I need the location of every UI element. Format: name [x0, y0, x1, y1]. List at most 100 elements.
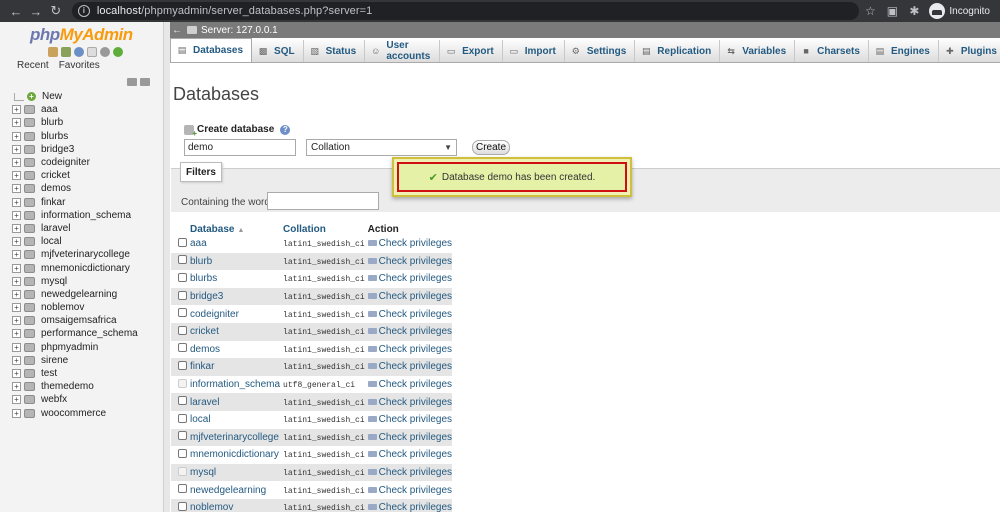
database-link[interactable]: bridge3: [190, 291, 223, 302]
check-privileges-link[interactable]: Check privileges: [379, 397, 452, 408]
check-privileges-link[interactable]: Check privileges: [379, 273, 452, 284]
row-checkbox[interactable]: [178, 448, 187, 458]
row-checkbox[interactable]: [178, 378, 187, 388]
check-privileges-link[interactable]: Check privileges: [379, 326, 452, 337]
tree-item[interactable]: + themedemo: [0, 380, 163, 393]
filter-input[interactable]: [267, 192, 379, 210]
check-privileges-link[interactable]: Check privileges: [379, 291, 452, 302]
row-checkbox[interactable]: [178, 237, 187, 247]
tab-sql[interactable]: ▩ SQL: [252, 40, 304, 62]
address-bar[interactable]: i localhost/phpmyadmin/server_databases.…: [71, 2, 860, 20]
tree-item[interactable]: + demos: [0, 182, 163, 195]
expand-icon[interactable]: +: [12, 197, 21, 207]
database-link[interactable]: blurb: [190, 256, 212, 267]
expand-icon[interactable]: +: [12, 144, 21, 154]
reload-icon[interactable]: ↻: [46, 0, 66, 22]
database-link[interactable]: codeigniter: [190, 309, 239, 320]
check-privileges-link[interactable]: Check privileges: [379, 361, 452, 372]
back-arrow-icon[interactable]: ←: [6, 0, 26, 22]
tree-item[interactable]: + mjfveterinarycollege: [0, 248, 163, 261]
help-icon[interactable]: [74, 47, 84, 57]
row-checkbox[interactable]: [178, 360, 187, 370]
help-icon[interactable]: ?: [280, 124, 291, 135]
tree-item[interactable]: + bridge3: [0, 143, 163, 156]
expand-icon[interactable]: +: [12, 263, 21, 273]
expand-icon[interactable]: +: [12, 237, 21, 247]
tree-item[interactable]: + omsaigemsafrica: [0, 314, 163, 327]
tree-item[interactable]: + blurb: [0, 116, 163, 129]
tree-item[interactable]: + finkar: [0, 196, 163, 209]
extensions-icon[interactable]: ✱: [903, 0, 925, 22]
tab-user-accounts[interactable]: ☺ User accounts: [365, 40, 441, 62]
tree-item[interactable]: + laravel: [0, 222, 163, 235]
expand-icon[interactable]: +: [12, 184, 21, 194]
expand-icon[interactable]: +: [12, 131, 21, 141]
tab-export[interactable]: ▭ Export: [440, 40, 503, 62]
tree-item[interactable]: + woocommerce: [0, 407, 163, 420]
expand-icon[interactable]: +: [12, 223, 21, 233]
collapse-all-icon[interactable]: [127, 78, 137, 86]
row-checkbox[interactable]: [178, 466, 187, 476]
profile-label[interactable]: Incognito: [949, 6, 990, 17]
row-checkbox[interactable]: [178, 325, 187, 335]
collapse-nav-icon[interactable]: ←: [170, 25, 184, 36]
expand-icon[interactable]: +: [12, 210, 21, 220]
check-privileges-link[interactable]: Check privileges: [379, 502, 452, 512]
column-header-database[interactable]: Database ▲: [187, 223, 281, 235]
database-link[interactable]: mnemonicdictionary: [190, 449, 279, 460]
expand-icon[interactable]: +: [12, 382, 21, 392]
expand-icon[interactable]: +: [12, 171, 21, 181]
tree-item[interactable]: + test: [0, 367, 163, 380]
create-button[interactable]: Create: [472, 140, 510, 155]
expand-icon[interactable]: +: [12, 316, 21, 326]
tree-item[interactable]: + phpmyadmin: [0, 341, 163, 354]
database-link[interactable]: finkar: [190, 361, 214, 372]
check-privileges-link[interactable]: Check privileges: [379, 432, 452, 443]
expand-icon[interactable]: +: [12, 250, 21, 260]
tree-item[interactable]: + newedgelearning: [0, 288, 163, 301]
server-link[interactable]: Server: 127.0.0.1: [201, 25, 278, 36]
database-link[interactable]: demos: [190, 344, 220, 355]
database-link[interactable]: mysql: [190, 467, 216, 478]
tab-charsets[interactable]: ■ Charsets: [795, 40, 869, 62]
tree-item[interactable]: + blurbs: [0, 130, 163, 143]
row-checkbox[interactable]: [178, 484, 187, 494]
row-checkbox[interactable]: [178, 272, 187, 282]
tab-status[interactable]: ▧ Status: [304, 40, 366, 62]
database-link[interactable]: blurbs: [190, 273, 217, 284]
database-link[interactable]: information_schema: [190, 379, 280, 390]
check-privileges-link[interactable]: Check privileges: [379, 449, 452, 460]
tree-item[interactable]: + mnemonicdictionary: [0, 261, 163, 274]
link-icon[interactable]: [140, 78, 150, 86]
database-link[interactable]: mjfveterinarycollege: [190, 432, 279, 443]
check-privileges-link[interactable]: Check privileges: [379, 344, 452, 355]
expand-icon[interactable]: +: [12, 408, 21, 418]
tree-item[interactable]: + codeigniter: [0, 156, 163, 169]
home-icon[interactable]: [48, 47, 58, 57]
tree-item[interactable]: + performance_schema: [0, 327, 163, 340]
database-link[interactable]: laravel: [190, 397, 219, 408]
expand-icon[interactable]: +: [12, 342, 21, 352]
expand-icon[interactable]: +: [12, 369, 21, 379]
row-checkbox[interactable]: [178, 431, 187, 441]
check-privileges-link[interactable]: Check privileges: [379, 485, 452, 496]
expand-icon[interactable]: +: [12, 276, 21, 286]
collation-select[interactable]: Collation ▼: [306, 139, 457, 156]
forward-arrow-icon[interactable]: →: [26, 0, 46, 22]
docs-icon[interactable]: [87, 47, 97, 57]
expand-icon[interactable]: +: [12, 355, 21, 365]
phpmyadmin-logo[interactable]: phpMyAdmin: [30, 25, 163, 45]
row-checkbox[interactable]: [178, 501, 187, 511]
row-checkbox[interactable]: [178, 308, 187, 318]
database-link[interactable]: noblemov: [190, 502, 233, 512]
expand-icon[interactable]: +: [12, 303, 21, 313]
row-checkbox[interactable]: [178, 396, 187, 406]
tree-item[interactable]: + information_schema: [0, 209, 163, 222]
check-privileges-link[interactable]: Check privileges: [379, 379, 452, 390]
camera-icon[interactable]: ▣: [881, 0, 903, 22]
check-privileges-link[interactable]: Check privileges: [379, 256, 452, 267]
tree-item-new[interactable]: + New: [0, 90, 163, 103]
star-icon[interactable]: ☆: [859, 0, 881, 22]
tree-item[interactable]: + webfx: [0, 393, 163, 406]
database-link[interactable]: aaa: [190, 238, 207, 249]
